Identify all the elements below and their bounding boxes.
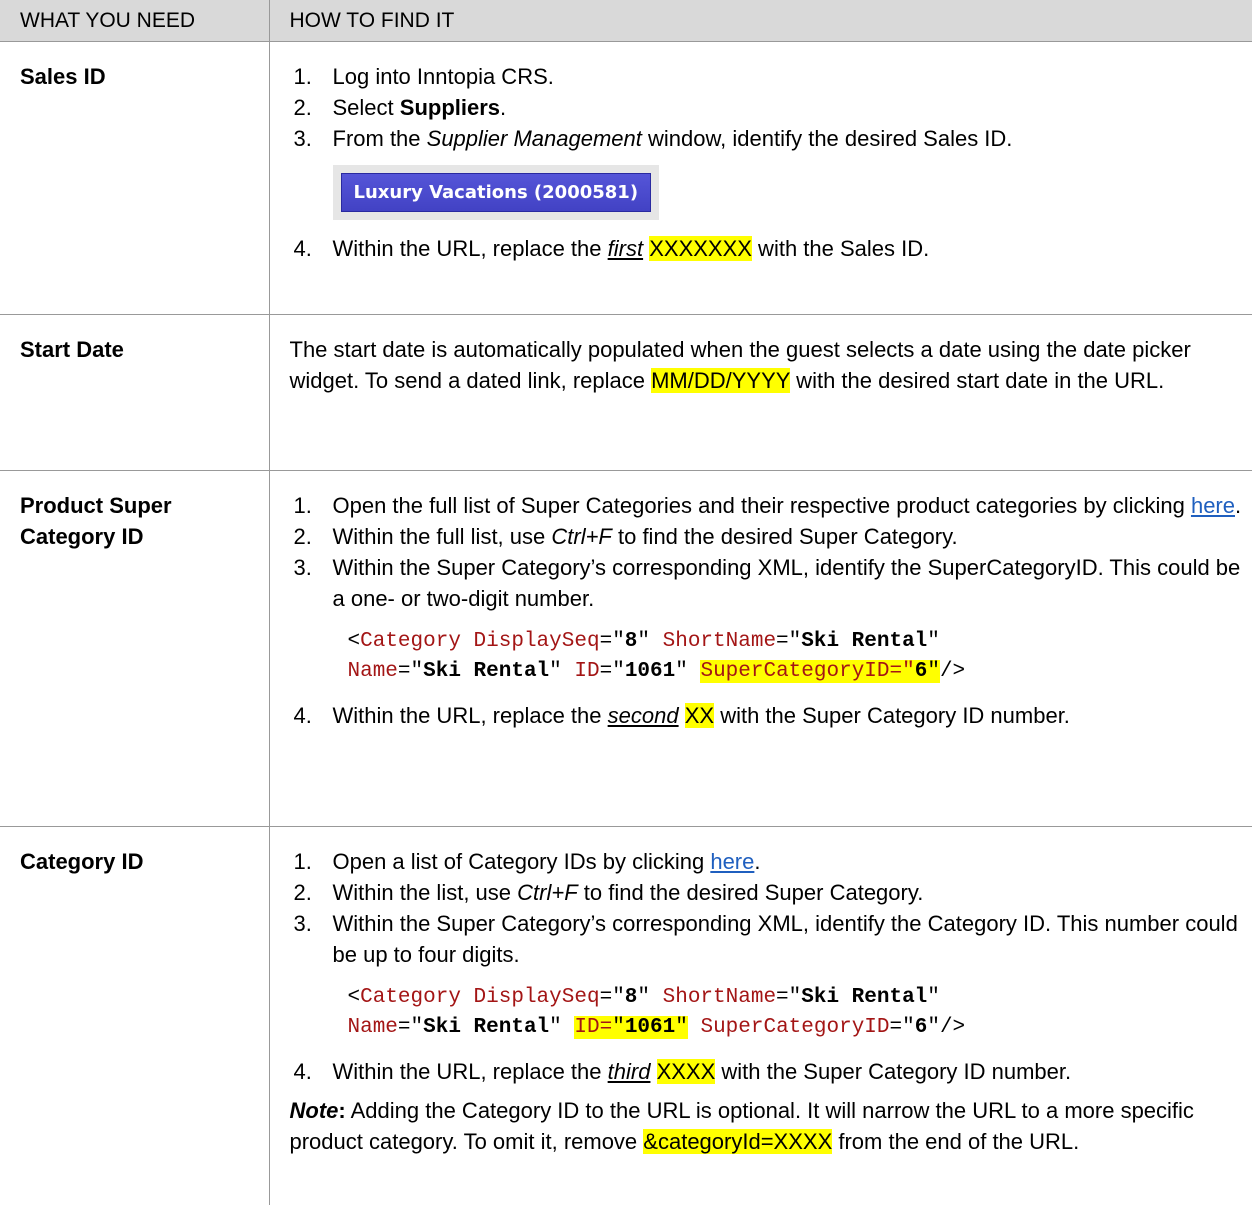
row-label: Start Date (0, 314, 270, 472)
step-item: 1. Log into Inntopia CRS. (293, 64, 554, 90)
steps-list: 1. Log into Inntopia CRS. 2. Select Suppli… (290, 62, 1247, 154)
super-category-list-link[interactable]: here (1191, 493, 1235, 518)
xml-example: <Category DisplaySeq="8" ShortName="Ski … (347, 629, 966, 684)
step-item: 2. Within the list, use Ctrl+F to find th… (293, 880, 924, 906)
xml-example: <Category DisplaySeq="8" ShortName="Ski … (347, 985, 966, 1040)
step-item: 1. Open the full list of Super Categories… (293, 493, 1242, 519)
step-item: 4. Within the URL, replace the third XXXX… (293, 1059, 1072, 1085)
row-label: Sales ID (0, 41, 270, 316)
row-label: Category ID (0, 826, 270, 1206)
step-item: 3. Within the Super Category’s correspond… (293, 910, 1238, 967)
step-item: 4. Within the URL, replace the first XXXX… (293, 235, 930, 261)
row-sales-id: Sales ID 1. Log into Inntopia CRS. 2. Sele… (0, 41, 1252, 316)
step-item: 1. Open a list of Category IDs by clickin… (293, 849, 761, 875)
instruction-table: WHAT YOU NEED HOW TO FIND IT Sales ID 1.… (0, 0, 1252, 1206)
step-item: 4. Within the URL, replace the second XX … (293, 703, 1070, 729)
row-start-date: Start Date The start date is automatical… (0, 314, 1252, 472)
supplier-screenshot: Luxury Vacations (2000581) (332, 164, 660, 220)
row-content: The start date is automatically populate… (269, 314, 1252, 472)
supplier-badge: Luxury Vacations (2000581) (340, 172, 652, 212)
row-super-category: Product Super Category ID 1. Open the ful… (0, 470, 1252, 828)
row-content: 1. Log into Inntopia CRS. 2. Select Suppli… (269, 41, 1252, 316)
row-category-id: Category ID 1. Open a list of Category ID… (0, 826, 1252, 1206)
category-param-highlight: &categoryId=XXXX (643, 1129, 833, 1155)
steps-list: 1. Open a list of Category IDs by clickin… (290, 847, 1247, 970)
row-content: 1. Open the full list of Super Categories… (269, 470, 1252, 828)
steps-list: 4. Within the URL, replace the second XX … (290, 701, 1247, 732)
header-how-to-find: HOW TO FIND IT (269, 0, 1252, 43)
date-placeholder: MM/DD/YYYY (651, 368, 791, 394)
steps-list: 1. Open the full list of Super Categories… (290, 491, 1247, 614)
category-id-list-link[interactable]: here (710, 849, 754, 874)
note-paragraph: Note: Adding the Category ID to the URL … (289, 1098, 1194, 1155)
step-item: 2. Select Suppliers. (293, 95, 507, 121)
header-row: WHAT YOU NEED HOW TO FIND IT (0, 0, 1252, 43)
row-content: 1. Open a list of Category IDs by clickin… (269, 827, 1252, 1206)
step-item: 2. Within the full list, use Ctrl+F to fi… (293, 524, 958, 550)
step-item: 3. Within the Super Category’s correspond… (293, 554, 1241, 611)
steps-list: 4. Within the URL, replace the first XXXX… (290, 234, 1247, 265)
header-what-you-need: WHAT YOU NEED (0, 0, 270, 43)
row-label: Product Super Category ID (0, 470, 270, 828)
steps-list: 4. Within the URL, replace the third XXXX… (290, 1057, 1247, 1088)
step-item: 3. From the Supplier Management window, i… (293, 125, 1013, 151)
